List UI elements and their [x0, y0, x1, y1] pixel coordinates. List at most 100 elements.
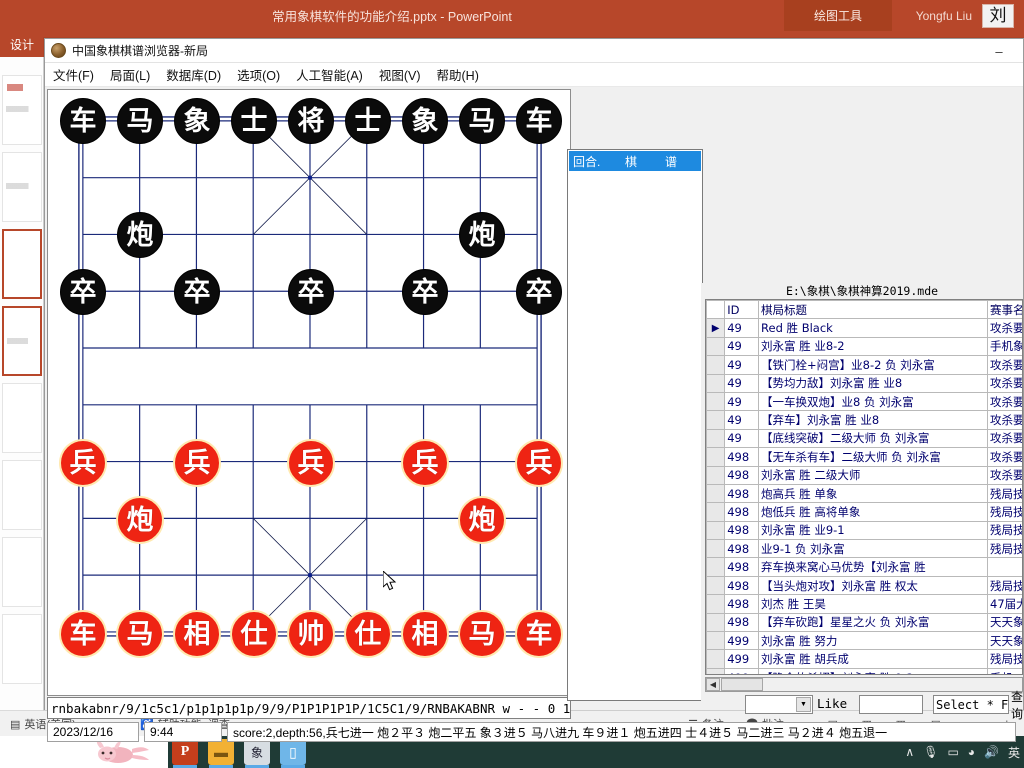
row-selector[interactable] — [707, 558, 725, 576]
table-row[interactable]: 498炮高兵 胜 单象残局技巧2020 — [707, 484, 1024, 502]
board-piece[interactable]: 相 — [402, 611, 448, 657]
row-selector[interactable] — [707, 429, 725, 447]
cell-title[interactable]: 弃车换来窝心马优势【刘永富 胜 — [759, 558, 988, 576]
board-piece[interactable]: 马 — [117, 98, 163, 144]
board-piece[interactable]: 将 — [288, 98, 334, 144]
cell-event[interactable]: 攻杀要诀 — [988, 448, 1023, 466]
row-selector[interactable] — [707, 503, 725, 521]
board-piece[interactable]: 车 — [516, 98, 562, 144]
wifi-icon[interactable]: ◕ — [968, 745, 975, 759]
cell-title[interactable]: 【铁门栓+闷宫】业8-2 负 刘永富 — [759, 356, 988, 374]
cell-title[interactable]: 刘永富 胜 二级大师 — [759, 466, 988, 484]
row-selector[interactable] — [707, 540, 725, 558]
cell-id[interactable]: 49͹ — [725, 356, 759, 374]
cell-id[interactable]: 49͹ — [725, 411, 759, 429]
cell-event[interactable]: 攻杀要诀 — [988, 356, 1023, 374]
row-selector[interactable] — [707, 576, 725, 594]
volume-icon[interactable]: 🔊 — [984, 745, 999, 759]
input-language-icon[interactable]: 英 — [1008, 744, 1020, 761]
cell-event[interactable]: 残局技巧 — [988, 540, 1023, 558]
table-row[interactable]: 49͹【铁门栓+闷宫】业8-2 负 刘永富攻杀要诀2019 — [707, 356, 1024, 374]
cell-event[interactable]: 天天象棋 — [988, 632, 1023, 650]
board-piece[interactable]: 兵 — [174, 440, 220, 486]
ribbon-tab-design[interactable]: 设计 — [0, 31, 44, 57]
battery-icon[interactable]: ▭ — [947, 745, 958, 759]
cell-id[interactable]: 498 — [725, 503, 759, 521]
cell-event[interactable]: 天天象棋 — [988, 613, 1023, 631]
cell-title[interactable]: 【势均力敌】刘永富 胜 业8 — [759, 374, 988, 392]
cell-title[interactable]: 【当头炮对攻】刘永富 胜 权太 — [759, 576, 988, 594]
cell-id[interactable]: 49͹ — [725, 392, 759, 410]
table-row[interactable]: 498业9-1 负 刘永富残局技巧2020 — [707, 540, 1024, 558]
cell-event[interactable]: 残局技巧 — [988, 650, 1023, 668]
table-row[interactable]: 49͹【一车换双炮】业8 负 刘永富攻杀要诀2019 — [707, 392, 1024, 410]
row-selector[interactable] — [707, 595, 725, 613]
cell-event[interactable]: 攻杀要诀 — [988, 319, 1023, 337]
board-piece[interactable]: 士 — [345, 98, 391, 144]
cell-event[interactable]: 残局技巧 — [988, 503, 1023, 521]
cell-id[interactable]: 499 — [725, 668, 759, 675]
slide-thumbnail[interactable] — [2, 614, 42, 684]
slide-thumbnail[interactable] — [2, 75, 42, 145]
cell-title[interactable]: 【无车杀有车】二级大师 负 刘永富 — [759, 448, 988, 466]
board-piece[interactable]: 卒 — [516, 269, 562, 315]
board-piece[interactable]: 卒 — [60, 269, 106, 315]
cell-event[interactable]: 攻杀要诀 — [988, 411, 1023, 429]
query-keyword-input[interactable] — [859, 695, 923, 714]
board-piece[interactable]: 卒 — [402, 269, 448, 315]
board-piece[interactable]: 卒 — [174, 269, 220, 315]
table-row[interactable]: 49͹【底线突破】二级大师 负 刘永富攻杀要诀2019 — [707, 429, 1024, 447]
query-run-button[interactable]: 查询 — [1011, 695, 1023, 714]
row-selector[interactable] — [707, 337, 725, 355]
minimize-button[interactable]: – — [987, 39, 1011, 63]
menu-item-ai[interactable]: 人工智能(A) — [296, 65, 363, 84]
cell-event[interactable]: 47届大兴 — [988, 595, 1023, 613]
cell-id[interactable]: 498 — [725, 558, 759, 576]
cell-title[interactable]: 炮低兵 胜 高将单象 — [759, 503, 988, 521]
cell-title[interactable]: 炮高兵 胜 单象 — [759, 484, 988, 502]
table-row[interactable]: 499刘永富 胜 努力天天象棋2020 — [707, 632, 1024, 650]
cell-id[interactable]: 498 — [725, 540, 759, 558]
table-row[interactable]: 499刘永富 胜 胡兵成残局技巧202 — [707, 650, 1024, 668]
board-piece[interactable]: 象 — [402, 98, 448, 144]
board-piece[interactable]: 仕 — [231, 611, 277, 657]
cell-id[interactable]: 498 — [725, 484, 759, 502]
row-selector[interactable] — [707, 484, 725, 502]
table-row[interactable]: ▶49͹Red 胜 Black攻杀要诀2019 — [707, 319, 1024, 337]
cell-title[interactable]: 刘永富 胜 胡兵成 — [759, 650, 988, 668]
board-piece[interactable]: 帅 — [288, 611, 334, 657]
cell-id[interactable]: 498 — [725, 521, 759, 539]
cell-event[interactable]: 残局技巧 — [988, 484, 1023, 502]
cell-id[interactable]: 498 — [725, 595, 759, 613]
board-piece[interactable]: 兵 — [516, 440, 562, 486]
table-row[interactable]: 498刘杰 胜 王昊47届大兴2020 — [707, 595, 1024, 613]
menu-item-position[interactable]: 局面(L) — [110, 65, 150, 84]
cell-id[interactable]: 498 — [725, 466, 759, 484]
header-event[interactable]: 赛事名称 — [988, 301, 1023, 319]
table-row[interactable]: 499【隐含的杀招】刘永富 胜 9-2手机202 — [707, 668, 1024, 675]
xiangqi-board[interactable]: 车马象士将士象马车炮炮卒卒卒卒卒兵兵兵兵兵炮炮车马相仕帅仕相马车 — [47, 89, 571, 696]
cell-id[interactable]: 498 — [725, 576, 759, 594]
slide-thumbnail-panel[interactable] — [0, 57, 44, 710]
row-selector[interactable] — [707, 411, 725, 429]
query-field-select[interactable]: ▼ — [745, 695, 813, 714]
game-list-grid[interactable]: ID 棋局标题 赛事名称 比赛 ▶49͹Red 胜 Black攻杀要诀20194… — [705, 299, 1023, 675]
slide-thumbnail[interactable] — [2, 152, 42, 222]
cell-id[interactable]: 49͹ — [725, 374, 759, 392]
cell-id[interactable]: 498 — [725, 448, 759, 466]
table-row[interactable]: 498炮低兵 胜 高将单象残局技巧2020 — [707, 503, 1024, 521]
slide-thumbnail[interactable] — [2, 537, 42, 607]
cell-id[interactable]: 49͹ — [725, 429, 759, 447]
table-row[interactable]: 498刘永富 胜 二级大师攻杀要诀2019 — [707, 466, 1024, 484]
scroll-left-arrow-icon[interactable]: ◀ — [706, 678, 720, 691]
chevron-down-icon[interactable]: ▼ — [796, 697, 811, 712]
row-selector[interactable]: ▶ — [707, 319, 725, 337]
powerpoint-drawing-tools-tab[interactable]: 绘图工具 — [784, 0, 892, 31]
slide-thumbnail[interactable] — [2, 383, 42, 453]
cell-title[interactable]: Red 胜 Black — [759, 319, 988, 337]
row-selector[interactable] — [707, 356, 725, 374]
cell-event[interactable]: 手机 — [988, 668, 1023, 675]
user-avatar[interactable]: 刘 — [982, 4, 1014, 28]
board-piece[interactable]: 兵 — [60, 440, 106, 486]
row-selector[interactable] — [707, 466, 725, 484]
